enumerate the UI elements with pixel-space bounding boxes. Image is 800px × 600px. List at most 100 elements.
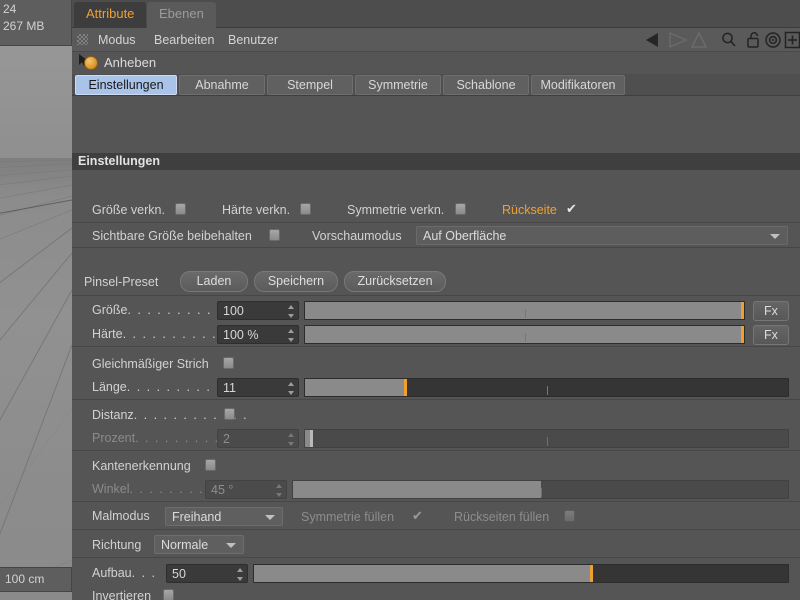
tab-einstellungen-label: Einstellungen [88, 78, 164, 92]
dropdown-vorschaumodus[interactable]: Auf Oberfläche [416, 226, 788, 245]
label-distanz-text: Distanz [92, 408, 134, 422]
grip-dots-icon[interactable] [77, 34, 88, 45]
checkbox-sichtbare-groesse-beibehalten[interactable] [269, 229, 280, 241]
input-laenge[interactable]: 11 [217, 378, 299, 397]
slider-haerte-fill [305, 326, 742, 343]
dropdown-richtung-value: Normale [161, 538, 209, 552]
attribute-manager-panel: Attribute Ebenen Modus Bearbeiten Benutz… [72, 0, 800, 600]
application-window: 24 267 MB 100 cm Attribute Ebenen Modus … [0, 0, 800, 600]
slider-groesse-tick [524, 309, 526, 318]
slider-aufbau-knob[interactable] [590, 565, 593, 582]
fx-button-haerte[interactable]: Fx [753, 325, 789, 345]
spinner-up-down-icon[interactable] [288, 433, 295, 446]
checkbox-kantenerkennung[interactable] [205, 459, 216, 471]
label-haerte-verkn: Härte verkn. [222, 203, 291, 217]
slider-prozent-knob[interactable] [310, 430, 313, 447]
menu-item-modus-label: Modus [98, 33, 136, 47]
unlock-icon[interactable] [746, 31, 762, 49]
tab-stempel[interactable]: Stempel [267, 75, 353, 95]
object-header: Anheben [72, 52, 800, 74]
spinner-up-down-icon[interactable] [276, 484, 283, 497]
fx-button-groesse[interactable]: Fx [753, 301, 789, 321]
spinner-up-down-icon[interactable] [237, 568, 244, 581]
slider-groesse[interactable] [304, 301, 745, 320]
input-prozent[interactable]: 2 [217, 429, 299, 448]
section-header-einstellungen-label: Einstellungen [78, 154, 160, 168]
tab-modifikatoren[interactable]: Modifikatoren [531, 75, 625, 95]
divider [72, 450, 800, 451]
slider-laenge[interactable] [304, 378, 789, 397]
checkbox-haerte-verkn[interactable] [300, 203, 311, 215]
menu-item-benutzer[interactable]: Benutzer [224, 32, 282, 49]
spinner-up-down-icon[interactable] [288, 329, 295, 342]
checkbox-invertieren[interactable] [163, 589, 174, 600]
fx-button-groesse-label: Fx [764, 304, 778, 318]
slider-haerte[interactable] [304, 325, 745, 344]
tab-schablone[interactable]: Schablone [443, 75, 529, 95]
target-icon[interactable] [764, 31, 782, 49]
input-groesse[interactable]: 100 [217, 301, 299, 320]
slider-laenge-knob[interactable] [404, 379, 407, 396]
label-winkel-text: Winkel [92, 482, 130, 496]
slider-haerte-knob[interactable] [741, 326, 744, 343]
input-aufbau[interactable]: 50 [166, 564, 248, 583]
divider [72, 346, 800, 347]
slider-winkel[interactable] [292, 480, 789, 499]
tab-symmetrie[interactable]: Symmetrie [355, 75, 441, 95]
search-icon[interactable] [720, 31, 738, 49]
slider-groesse-knob[interactable] [741, 302, 744, 319]
label-symmetrie-fuellen: Symmetrie füllen [301, 510, 395, 524]
divider [72, 529, 800, 530]
input-haerte[interactable]: 100 % [217, 325, 299, 344]
zuruecksetzen-button[interactable]: Zurücksetzen [344, 271, 446, 292]
back-arrow-icon[interactable] [644, 31, 664, 49]
dropdown-richtung[interactable]: Normale [154, 535, 244, 554]
label-gleichmaessiger-strich: Gleichmäßiger Strich [92, 357, 209, 371]
laden-button[interactable]: Laden [180, 271, 248, 292]
add-box-icon[interactable] [784, 31, 800, 49]
input-laenge-value: 11 [223, 381, 236, 395]
sculpt-tool-icon [84, 56, 98, 70]
up-arrow-icon[interactable] [690, 31, 708, 49]
tab-abnahme-label: Abnahme [195, 78, 249, 92]
slider-prozent[interactable] [304, 429, 789, 448]
window-tab-bar: Attribute Ebenen [72, 0, 800, 28]
checkbox-groesse-verkn[interactable] [175, 203, 186, 215]
label-sichtbare-groesse-beibehalten: Sichtbare Größe beibehalten [92, 229, 252, 243]
checkbox-symmetrie-fuellen[interactable]: ✔ [412, 509, 423, 522]
input-aufbau-value: 50 [172, 567, 186, 581]
checkbox-rueckseiten-fuellen[interactable] [564, 510, 575, 522]
slider-laenge-tick [546, 386, 548, 395]
menu-item-modus[interactable]: Modus [94, 32, 140, 49]
divider [72, 247, 800, 248]
tab-einstellungen[interactable]: Einstellungen [75, 75, 177, 95]
checkbox-distanz[interactable] [224, 408, 235, 420]
input-winkel[interactable]: 45 ° [205, 480, 287, 499]
tab-ebenen[interactable]: Ebenen [147, 2, 216, 28]
viewport-stats-line1: 24 [3, 2, 17, 16]
checkbox-gleichmaessiger-strich[interactable] [223, 357, 234, 369]
slider-aufbau[interactable] [253, 564, 789, 583]
input-winkel-value: 45 ° [211, 483, 234, 497]
checkbox-symmetrie-verkn[interactable] [455, 203, 466, 215]
section-header-einstellungen: Einstellungen [72, 153, 800, 170]
spinner-up-down-icon[interactable] [288, 305, 295, 318]
label-rueckseite: Rückseite [502, 203, 557, 217]
forward-arrow-icon[interactable] [664, 31, 688, 49]
label-invertieren: Invertieren [92, 589, 152, 600]
speichern-button[interactable]: Speichern [254, 271, 338, 292]
label-haerte-text: Härte [92, 327, 123, 341]
label-prozent-text: Prozent [92, 431, 136, 445]
spinner-up-down-icon[interactable] [288, 382, 295, 395]
tab-abnahme[interactable]: Abnahme [179, 75, 265, 95]
tab-attribute[interactable]: Attribute [74, 2, 147, 28]
tab-stempel-label: Stempel [287, 78, 333, 92]
dropdown-malmodus[interactable]: Freihand [165, 507, 283, 526]
tab-modifikatoren-label: Modifikatoren [540, 78, 616, 92]
chevron-down-icon [770, 234, 780, 239]
menu-item-bearbeiten[interactable]: Bearbeiten [150, 32, 218, 49]
checkbox-rueckseite[interactable]: ✔ [566, 202, 577, 215]
slider-prozent-tick [546, 437, 548, 446]
viewport-3d[interactable]: 24 267 MB 100 cm [0, 0, 72, 600]
dropdown-malmodus-value: Freihand [172, 510, 222, 524]
